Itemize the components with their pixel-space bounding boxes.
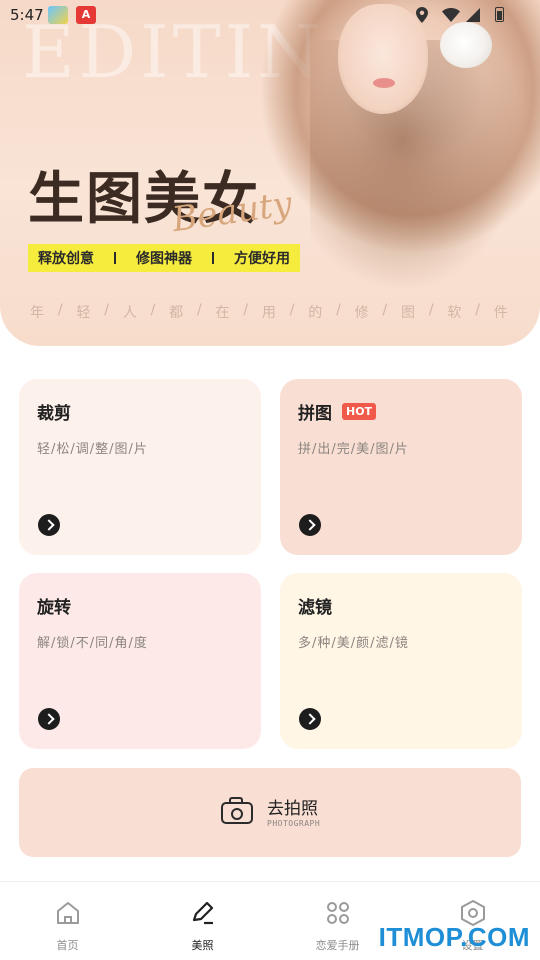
hero-sub-char: 用	[261, 305, 276, 321]
hero-sub-slash: /	[196, 302, 202, 318]
hero-photo-lips	[373, 78, 395, 88]
hero-tagline: 释放创意 修图神器 方便好用	[28, 244, 300, 272]
rotate-card[interactable]: 旋转 解/锁/不/同/角/度	[19, 573, 261, 749]
signal-icon	[466, 8, 480, 22]
filter-card[interactable]: 滤镜 多/种/美/颜/滤/镜	[280, 573, 522, 749]
collage-card[interactable]: 拼图 HOT 拼/出/完/美/图/片	[280, 379, 522, 555]
hero-tag: 释放创意	[38, 251, 94, 267]
hero-sub-char: 修	[354, 305, 369, 321]
location-icon	[416, 7, 428, 23]
hero-tag: 修图神器	[136, 251, 192, 267]
arrow-right-icon[interactable]	[38, 514, 60, 536]
hero-sub-char: 都	[169, 305, 184, 321]
hero-sub-char: 的	[308, 305, 323, 321]
camera-icon	[221, 796, 253, 824]
nav-item-home[interactable]: 首页	[0, 882, 135, 960]
hero-tag: 方便好用	[234, 251, 290, 267]
card-desc: 解/锁/不/同/角/度	[37, 636, 148, 651]
watermark-text: ITMOP.COM	[378, 922, 530, 952]
hero-sub-char: 件	[493, 305, 508, 321]
hot-badge: HOT	[342, 403, 377, 420]
hero-sub-slash: /	[475, 302, 480, 318]
hero-sub-char: 图	[401, 305, 415, 321]
tag-divider	[212, 252, 214, 264]
wifi-icon	[442, 8, 460, 22]
notification-app-icon: A	[76, 6, 96, 24]
tag-divider	[114, 252, 116, 264]
take-photo-sublabel: PHOTOGRAPH	[267, 819, 321, 828]
hero-sub-slash: /	[243, 302, 249, 318]
arrow-right-icon[interactable]	[299, 514, 321, 536]
hero-sub-slash: /	[57, 302, 63, 318]
battery-icon	[495, 7, 504, 22]
nav-label: 美照	[191, 939, 214, 952]
home-icon	[56, 902, 79, 924]
card-title: 拼图	[298, 404, 332, 424]
hero-sub-char: 在	[215, 305, 230, 321]
edit-pen-icon	[192, 901, 213, 925]
card-desc: 多/种/美/颜/滤/镜	[298, 636, 409, 651]
take-photo-button[interactable]: 去拍照 PHOTOGRAPH	[19, 768, 521, 857]
grid-icon	[326, 902, 349, 924]
card-desc: 拼/出/完/美/图/片	[298, 442, 409, 457]
hero-sub-char: 软	[447, 305, 462, 321]
nav-item-photos[interactable]: 美照	[135, 882, 270, 960]
card-title: 旋转	[37, 598, 71, 618]
notification-app-icon	[48, 6, 68, 24]
card-title: 裁剪	[37, 404, 71, 424]
arrow-right-icon[interactable]	[299, 708, 321, 730]
hero-sub-slash: /	[150, 302, 156, 318]
hero-sub-char: 人	[122, 305, 137, 321]
nav-label: 首页	[56, 939, 79, 952]
take-photo-label: 去拍照	[267, 799, 318, 819]
hero-banner: EDITIN 生图美女 Beauty 释放创意 修图神器 方便好用 年 / 轻 / …	[0, 0, 540, 346]
hero-sub-char: 轻	[76, 305, 91, 321]
card-desc: 轻/松/调/整/图/片	[37, 442, 148, 457]
hero-sub-slash: /	[336, 302, 341, 318]
hero-sub-slash: /	[428, 302, 434, 318]
crop-card[interactable]: 裁剪 轻/松/调/整/图/片	[19, 379, 261, 555]
status-bar: 5:47 A	[0, 0, 540, 30]
arrow-right-icon[interactable]	[38, 708, 60, 730]
hero-sub-slash: /	[382, 302, 388, 318]
status-time: 5:47	[10, 6, 44, 24]
hero-sub-char: 年	[30, 305, 44, 321]
system-icons	[416, 6, 506, 24]
card-title: 滤镜	[298, 598, 332, 618]
hero-subtitle: 年 / 轻 / 人 / 都 / 在 / 用 / 的 / 修 / 图 / 软 / 件	[30, 302, 508, 322]
hero-sub-slash: /	[289, 302, 295, 318]
hero-sub-slash: /	[104, 302, 109, 318]
